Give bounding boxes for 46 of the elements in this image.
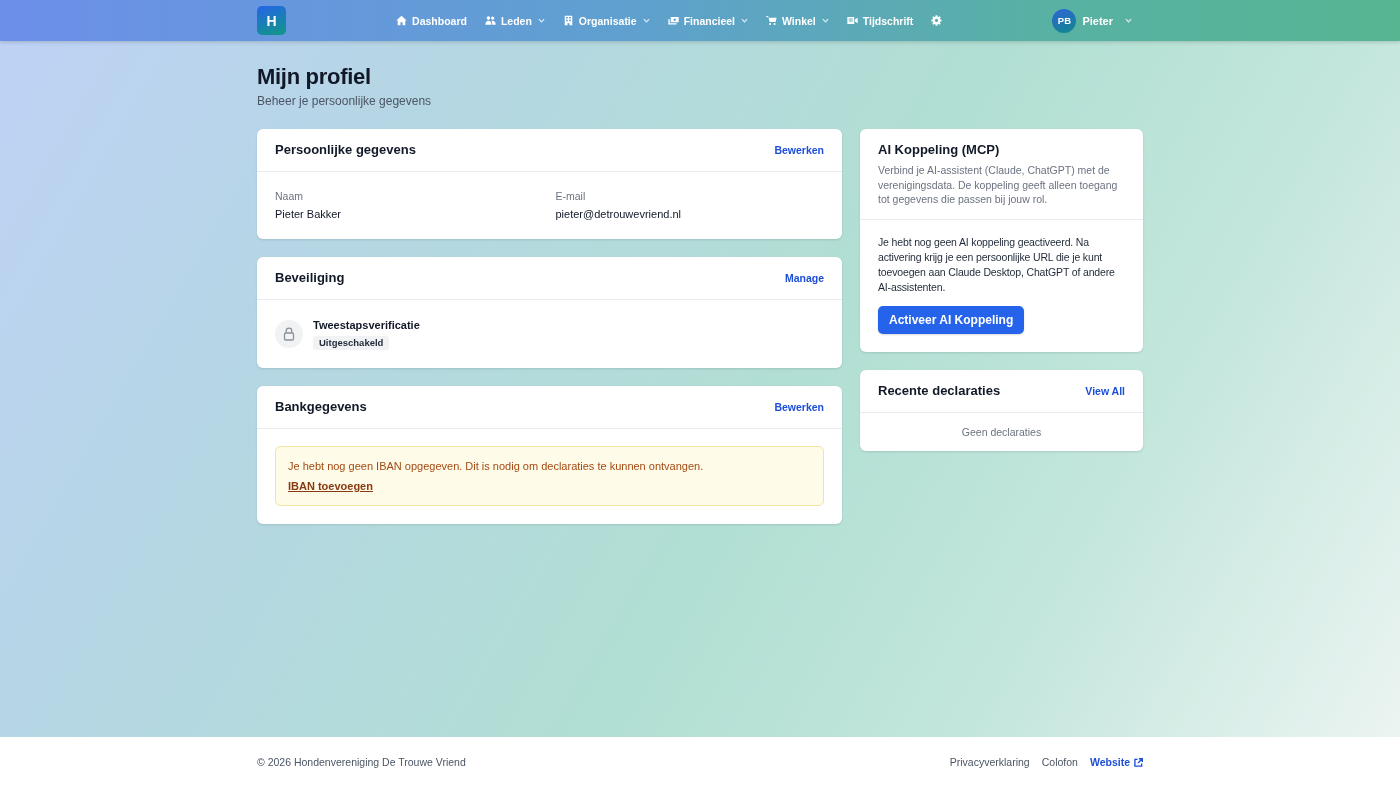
activate-button[interactable]: Activeer AI Koppeling xyxy=(878,305,1025,334)
page-subtitle: Beheer je persoonlijke gegevens xyxy=(257,93,432,109)
card-title: Recente declaraties xyxy=(878,381,1001,400)
users-icon xyxy=(484,15,496,26)
manage-link[interactable]: Manage xyxy=(784,272,824,284)
chevron-down-icon xyxy=(1125,18,1132,23)
alert-message: Je hebt nog geen IBAN opgegeven. Dit is nodig om declaraties te kunnen ontvangen. xyxy=(288,459,704,474)
card-title: Persoonlijke gegevens xyxy=(275,141,416,159)
user-avatar: PB xyxy=(1052,8,1077,33)
nav-link[interactable]: Financieel xyxy=(667,14,748,27)
settings-icon[interactable] xyxy=(931,15,943,26)
copyright-text: © 2026 Hondenvereniging De Trouwe Vriend xyxy=(257,756,466,768)
video-icon xyxy=(846,15,858,26)
view-all-link[interactable]: View All xyxy=(1085,384,1125,397)
card-description: Verbind je AI-assistent (Claude, ChatGPT) met de verenigingsdata. De koppeling geeft alleen toegang tot gegevens die passen bij jouw rol. xyxy=(878,163,1119,207)
field-label: Naam xyxy=(275,189,303,203)
card-title: Beveiliging xyxy=(275,269,345,287)
nav-link[interactable]: Tijdschrift xyxy=(846,14,914,27)
nav-link[interactable]: Winkel xyxy=(766,14,829,27)
building-icon xyxy=(562,15,574,26)
cart-icon xyxy=(766,15,777,26)
home-icon xyxy=(396,15,408,26)
app-logo[interactable]: H xyxy=(257,6,286,35)
cash-icon xyxy=(667,15,679,26)
nav-link[interactable]: Leden xyxy=(484,14,545,27)
nav-link[interactable]: Dashboard xyxy=(396,14,467,27)
user-menu[interactable]: PB Pieter xyxy=(1052,8,1132,33)
edit-link[interactable]: Bewerken xyxy=(774,401,824,413)
edit-link[interactable]: Bewerken xyxy=(774,144,824,156)
nav-link[interactable]: Organisatie xyxy=(562,14,650,27)
field-value: Pieter Bakker xyxy=(275,207,342,222)
field-value: pieter@detrouwevriend.nl xyxy=(555,207,681,222)
card-title: Bankgegevens xyxy=(275,398,367,416)
external-link-icon xyxy=(1134,757,1143,767)
footer-link[interactable]: Privacyverklaring xyxy=(949,756,1030,768)
lock-icon xyxy=(275,320,303,348)
add-iban-link[interactable]: IBAN toevoegen xyxy=(288,478,373,494)
page-title: Mijn profiel xyxy=(257,63,371,91)
footer-link[interactable]: Website xyxy=(1089,756,1143,768)
setting-name: Tweestapsverificatie xyxy=(313,318,420,332)
footer-link[interactable]: Colofon xyxy=(1041,756,1078,768)
card-title: AI Koppeling (MCP) xyxy=(878,141,1000,159)
empty-state-text: Geen declaraties xyxy=(960,424,1043,440)
field-label: E-mail xyxy=(555,189,586,203)
status-badge: Uitgeschakeld xyxy=(313,336,390,350)
info-text: Je hebt nog geen AI koppeling geactiveerd. Na activering krijg je een persoonlijke URL die je kunt toevoegen aan Claude Desktop, ChatGPT of andere AI-assistenten. xyxy=(878,234,1116,295)
